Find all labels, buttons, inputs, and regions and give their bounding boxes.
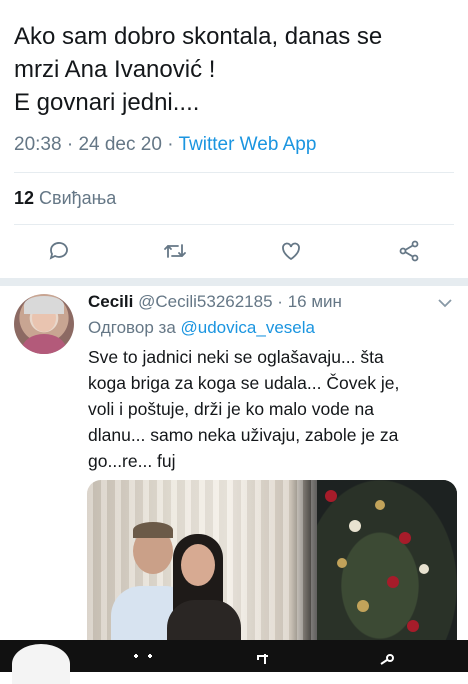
photo-ornament <box>357 600 369 612</box>
meta-separator: · <box>66 134 74 155</box>
likes-number: 12 <box>14 188 35 208</box>
share-button[interactable] <box>392 234 426 268</box>
share-icon[interactable] <box>374 652 396 672</box>
chevron-down-icon[interactable] <box>436 294 454 312</box>
photo-ornament <box>349 520 361 532</box>
photo-ornament <box>337 558 347 568</box>
retweet-icon <box>164 244 186 258</box>
divider <box>14 172 454 173</box>
reply-to-handle[interactable]: @udovica_vesela <box>181 318 315 337</box>
crop-icon[interactable] <box>132 652 154 672</box>
photo-ornament <box>375 500 385 510</box>
divider <box>14 224 454 225</box>
section-separator <box>0 278 468 286</box>
edit-icon[interactable] <box>254 652 276 672</box>
share-icon <box>399 240 419 262</box>
reply-to-label: Одговор за <box>88 318 176 337</box>
meta-separator: · <box>167 134 174 155</box>
display-name[interactable]: Cecili <box>88 292 133 311</box>
screenshot-thumbnail[interactable] <box>12 644 70 684</box>
likes-count[interactable]: 12 Свиђања <box>14 188 116 209</box>
likes-label: Свиђања <box>39 188 117 208</box>
reply-button[interactable] <box>42 234 76 268</box>
tweet-date: 24 dec 20 <box>78 134 162 155</box>
reply-to-line: Одговор за @udovica_vesela <box>88 318 315 338</box>
reply-header: Cecili @Cecili53262185 · 16 мин <box>88 292 342 312</box>
photo-ornament <box>419 564 429 574</box>
tweet-text: Ako sam dobro skontala, danas se mrzi An… <box>14 23 383 116</box>
photo-ornament <box>407 620 419 632</box>
tweet-actions <box>0 234 468 268</box>
reply-tweet[interactable]: Cecili @Cecili53262185 · 16 мин Одговор … <box>0 286 468 672</box>
like-button[interactable] <box>274 234 308 268</box>
tweet-meta: 20:38 · 24 dec 20 · Twitter Web App <box>14 134 316 156</box>
like-icon <box>282 242 300 261</box>
source-app-link[interactable]: Twitter Web App <box>178 134 316 155</box>
meta-separator: · <box>277 292 283 311</box>
reply-text: Sve to jadnici neki se oglašavaju... šta… <box>88 347 400 471</box>
reply-time: 16 мин <box>287 292 342 311</box>
user-handle[interactable]: @Cecili53262185 <box>138 292 272 311</box>
photo-ornament <box>325 490 337 502</box>
avatar[interactable] <box>14 294 74 354</box>
bottom-toolbar <box>0 640 468 684</box>
tweet-time: 20:38 <box>14 134 62 155</box>
photo-ornament <box>399 532 411 544</box>
reply-icon <box>49 242 68 260</box>
retweet-button[interactable] <box>158 234 192 268</box>
photo-ornament <box>387 576 399 588</box>
